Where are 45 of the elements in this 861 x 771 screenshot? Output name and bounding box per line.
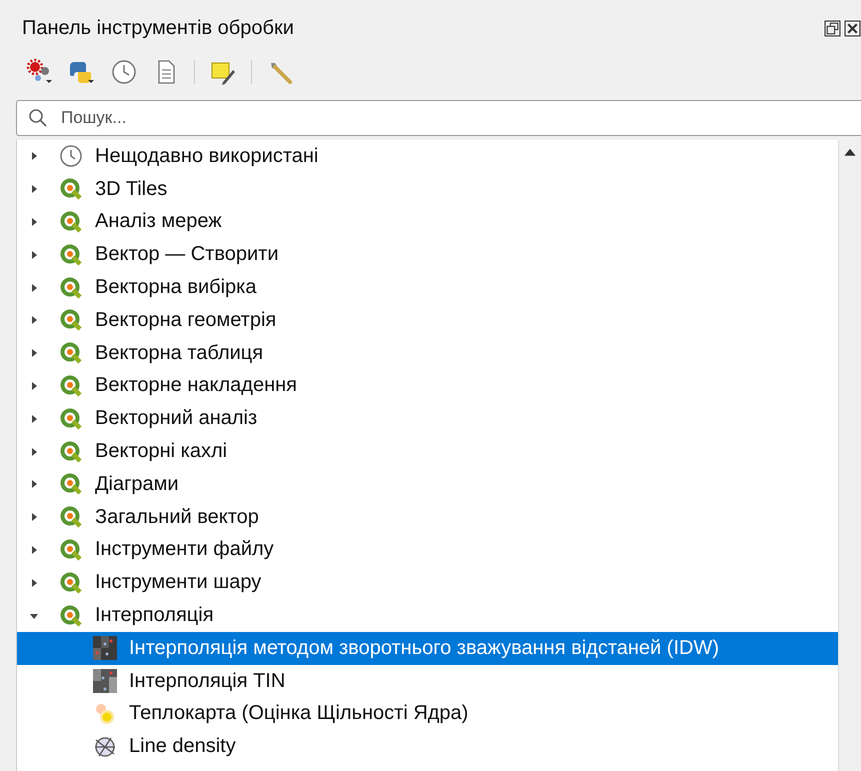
raster-grid-icon — [93, 669, 117, 694]
expand-arrow-icon[interactable] — [29, 544, 39, 555]
search-icon — [28, 108, 48, 128]
tree-item[interactable]: Векторне накладення — [17, 370, 838, 402]
tree-item[interactable]: Вектор — Створити — [17, 238, 838, 272]
tree-item[interactable]: Інтерполяція методом зворотнього зважування відстаней (IDW) — [17, 632, 838, 665]
tree-item[interactable]: Векторна вибірка — [17, 271, 838, 304]
tree-item[interactable]: Аналіз мереж — [17, 206, 838, 238]
expand-arrow-icon[interactable] — [29, 282, 39, 293]
expand-arrow-icon[interactable] — [29, 512, 39, 522]
tree-item[interactable]: Діаграми — [17, 468, 838, 501]
tree-item[interactable]: Векторна таблиця — [17, 336, 838, 370]
tree-item[interactable]: Інструменти файлу — [17, 534, 838, 566]
clock-icon[interactable] — [110, 58, 138, 86]
expand-arrow-icon[interactable] — [29, 578, 39, 588]
expand-arrow-icon[interactable] — [29, 315, 39, 326]
tree-item[interactable]: Теплокарта (Оцінка Щільності Ядра) — [17, 698, 838, 730]
heat-dots-icon — [93, 702, 117, 726]
panel-title: Панель інструментів обробки — [22, 16, 294, 40]
tree-item[interactable]: Нещодавно використані — [17, 140, 838, 173]
float-icon[interactable] — [824, 20, 841, 36]
expand-arrow-icon[interactable] — [29, 479, 39, 490]
expand-arrow-icon[interactable] — [29, 414, 39, 424]
search-field[interactable]: Пошук... — [16, 100, 861, 136]
clock-icon — [59, 144, 83, 168]
raster-grid-icon — [93, 636, 117, 660]
expand-arrow-icon[interactable] — [29, 348, 39, 358]
tree-item[interactable]: Векторні кахлі — [17, 435, 838, 468]
expand-arrow-icon[interactable] — [29, 446, 39, 457]
expand-arrow-icon[interactable] — [29, 216, 39, 227]
tree-item[interactable]: Інструменти шару — [17, 566, 838, 600]
tree-item[interactable]: Векторний аналіз — [17, 402, 838, 436]
tree-item[interactable]: Загальний вектор — [17, 500, 838, 534]
expand-arrow-icon[interactable] — [29, 151, 39, 162]
line-density-icon — [93, 734, 117, 759]
close-icon[interactable] — [844, 20, 861, 36]
scrollbar[interactable] — [838, 140, 861, 771]
tree-item[interactable]: Інтерполяція TIN — [17, 664, 838, 698]
tree-item[interactable]: Векторна геометрія — [17, 304, 838, 337]
expand-arrow-icon[interactable] — [29, 250, 39, 260]
expand-arrow-icon[interactable] — [29, 380, 39, 391]
tree-item[interactable]: Line density — [17, 730, 838, 764]
tree-item[interactable]: Інтерполяція — [17, 599, 838, 632]
expand-arrow-icon[interactable] — [29, 184, 39, 194]
tree-item[interactable]: 3D Tiles — [17, 172, 838, 206]
